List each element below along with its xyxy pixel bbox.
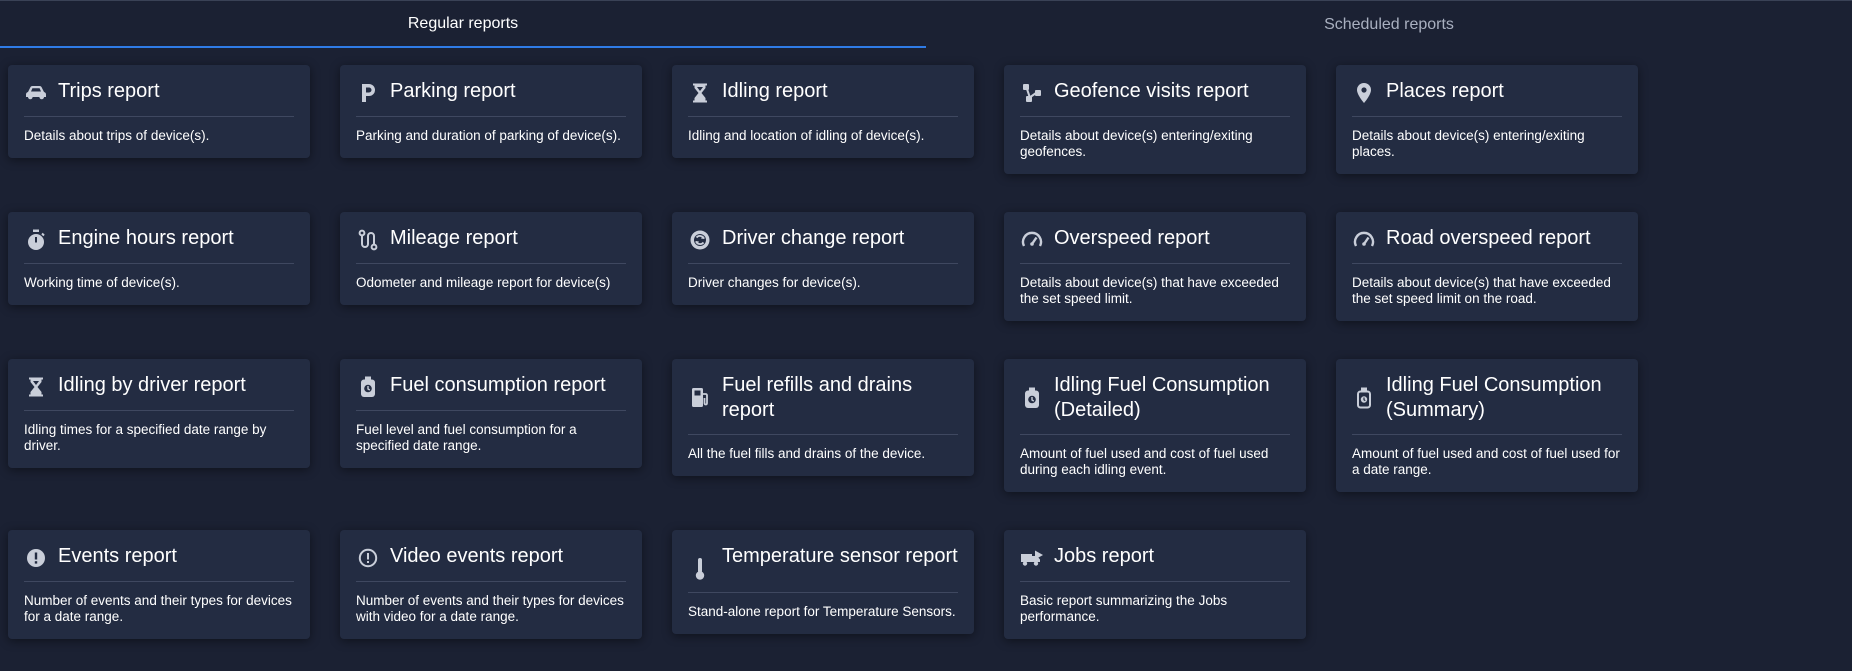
- fuel-can-outline-icon: [1352, 386, 1376, 410]
- report-card-header: Idling Fuel Consumption (Summary): [1352, 359, 1622, 435]
- report-title: Fuel refills and drains report: [722, 374, 913, 421]
- tab-scheduled-reports[interactable]: Scheduled reports: [926, 1, 1852, 48]
- gas-pump-icon: [688, 386, 712, 410]
- report-card-header: Geofence visits report: [1020, 65, 1290, 117]
- report-card-header: Fuel consumption report: [356, 359, 626, 411]
- report-title: Idling by driver report: [58, 374, 246, 396]
- report-title: Trips report: [58, 80, 160, 102]
- report-title: Geofence visits report: [1054, 80, 1249, 102]
- report-tabs: Regular reports Scheduled reports: [0, 1, 1852, 49]
- report-card[interactable]: Jobs report Basic report summarizing the …: [1004, 530, 1306, 639]
- report-title: Parking report: [390, 80, 516, 102]
- report-card[interactable]: Overspeed report Details about device(s) …: [1004, 212, 1306, 321]
- jobs-truck-icon: [1020, 546, 1044, 570]
- report-card-header: Events report: [24, 530, 294, 582]
- report-description: Details about trips of device(s).: [24, 128, 210, 143]
- report-description: Amount of fuel used and cost of fuel use…: [1020, 446, 1269, 477]
- report-title: Temperature sensor report: [722, 545, 958, 567]
- alert-circle-icon: [24, 546, 48, 570]
- report-card-header: Parking report: [356, 65, 626, 117]
- fuel-can-icon: [1020, 386, 1044, 410]
- location-pin-icon: [1352, 81, 1376, 105]
- report-card[interactable]: Video events report Number of events and …: [340, 530, 642, 639]
- report-description: Number of events and their types for dev…: [24, 593, 292, 624]
- report-card[interactable]: Idling Fuel Consumption (Summary) Amount …: [1336, 359, 1638, 492]
- report-title: Engine hours report: [58, 227, 234, 249]
- report-card[interactable]: Mileage report Odometer and mileage repor…: [340, 212, 642, 305]
- report-title: Overspeed report: [1054, 227, 1210, 249]
- report-card-header: Jobs report: [1020, 530, 1290, 582]
- speedometer-icon: [1352, 228, 1376, 252]
- report-card[interactable]: Events report Number of events and their …: [8, 530, 310, 639]
- report-description: Number of events and their types for dev…: [356, 593, 624, 624]
- report-description: Idling and location of idling of device(…: [688, 128, 925, 143]
- report-card[interactable]: Temperature sensor report Stand-alone rep…: [672, 530, 974, 634]
- stopwatch-icon: [24, 228, 48, 252]
- driver-swap-icon: [688, 228, 712, 252]
- report-description: Idling times for a specified date range …: [24, 422, 267, 453]
- report-card-header: Idling Fuel Consumption (Detailed): [1020, 359, 1290, 435]
- parking-icon: [356, 81, 380, 105]
- car-icon: [24, 81, 48, 105]
- report-title: Fuel consumption report: [390, 374, 606, 396]
- report-card[interactable]: Idling by driver report Idling times for …: [8, 359, 310, 468]
- report-title: Idling report: [722, 80, 828, 102]
- report-card[interactable]: Driver change report Driver changes for d…: [672, 212, 974, 305]
- report-card-header: Mileage report: [356, 212, 626, 264]
- report-title: Events report: [58, 545, 177, 567]
- report-title: Idling Fuel Consumption (Detailed): [1054, 374, 1270, 421]
- report-card-header: Driver change report: [688, 212, 958, 264]
- report-card-header: Engine hours report: [24, 212, 294, 264]
- report-title: Jobs report: [1054, 545, 1155, 567]
- tab-regular-reports[interactable]: Regular reports: [0, 1, 926, 48]
- report-description: Driver changes for device(s).: [688, 275, 861, 290]
- report-description: Fuel level and fuel consumption for a sp…: [356, 422, 577, 453]
- hourglass-icon: [688, 81, 712, 105]
- report-title: Road overspeed report: [1386, 227, 1591, 249]
- report-card-header: Places report: [1352, 65, 1622, 117]
- report-title: Mileage report: [390, 227, 518, 249]
- hourglass-icon: [24, 375, 48, 399]
- report-card-header: Idling by driver report: [24, 359, 294, 411]
- report-description: Stand-alone report for Temperature Senso…: [688, 604, 956, 619]
- report-card-header: Fuel refills and drains report: [688, 359, 958, 435]
- report-card[interactable]: Idling report Idling and location of idli…: [672, 65, 974, 158]
- report-card-header: Overspeed report: [1020, 212, 1290, 264]
- speedometer-icon: [1020, 228, 1044, 252]
- report-card[interactable]: Parking report Parking and duration of pa…: [340, 65, 642, 158]
- report-title: Video events report: [390, 545, 564, 567]
- report-card[interactable]: Fuel refills and drains report All the fu…: [672, 359, 974, 476]
- report-description: Basic report summarizing the Jobs perfor…: [1020, 593, 1228, 624]
- alert-circle-outline-icon: [356, 546, 380, 570]
- report-card[interactable]: Road overspeed report Details about devic…: [1336, 212, 1638, 321]
- report-card[interactable]: Places report Details about device(s) ent…: [1336, 65, 1638, 174]
- report-description: Parking and duration of parking of devic…: [356, 128, 621, 143]
- report-description: Details about device(s) entering/exiting…: [1020, 128, 1253, 159]
- report-description: Working time of device(s).: [24, 275, 180, 290]
- report-title: Places report: [1386, 80, 1504, 102]
- report-title: Driver change report: [722, 227, 905, 249]
- report-card-header: Temperature sensor report: [688, 530, 958, 593]
- report-description: Details about device(s) that have exceed…: [1020, 275, 1279, 306]
- geofence-icon: [1020, 81, 1044, 105]
- report-card[interactable]: Trips report Details about trips of devic…: [8, 65, 310, 158]
- report-card-header: Road overspeed report: [1352, 212, 1622, 264]
- fuel-can-icon: [356, 375, 380, 399]
- thermometer-icon: [688, 557, 712, 581]
- report-description: Details about device(s) entering/exiting…: [1352, 128, 1585, 159]
- report-card-header: Idling report: [688, 65, 958, 117]
- report-description: Details about device(s) that have exceed…: [1352, 275, 1611, 306]
- report-card[interactable]: Geofence visits report Details about devi…: [1004, 65, 1306, 174]
- report-card-header: Trips report: [24, 65, 294, 117]
- report-title: Idling Fuel Consumption (Summary): [1386, 374, 1602, 421]
- report-card-header: Video events report: [356, 530, 626, 582]
- route-icon: [356, 228, 380, 252]
- report-description: Amount of fuel used and cost of fuel use…: [1352, 446, 1620, 477]
- report-card[interactable]: Engine hours report Working time of devic…: [8, 212, 310, 305]
- report-card[interactable]: Fuel consumption report Fuel level and fu…: [340, 359, 642, 468]
- report-card[interactable]: Idling Fuel Consumption (Detailed) Amount…: [1004, 359, 1306, 492]
- report-description: Odometer and mileage report for device(s…: [356, 275, 611, 290]
- report-description: All the fuel fills and drains of the dev…: [688, 446, 926, 461]
